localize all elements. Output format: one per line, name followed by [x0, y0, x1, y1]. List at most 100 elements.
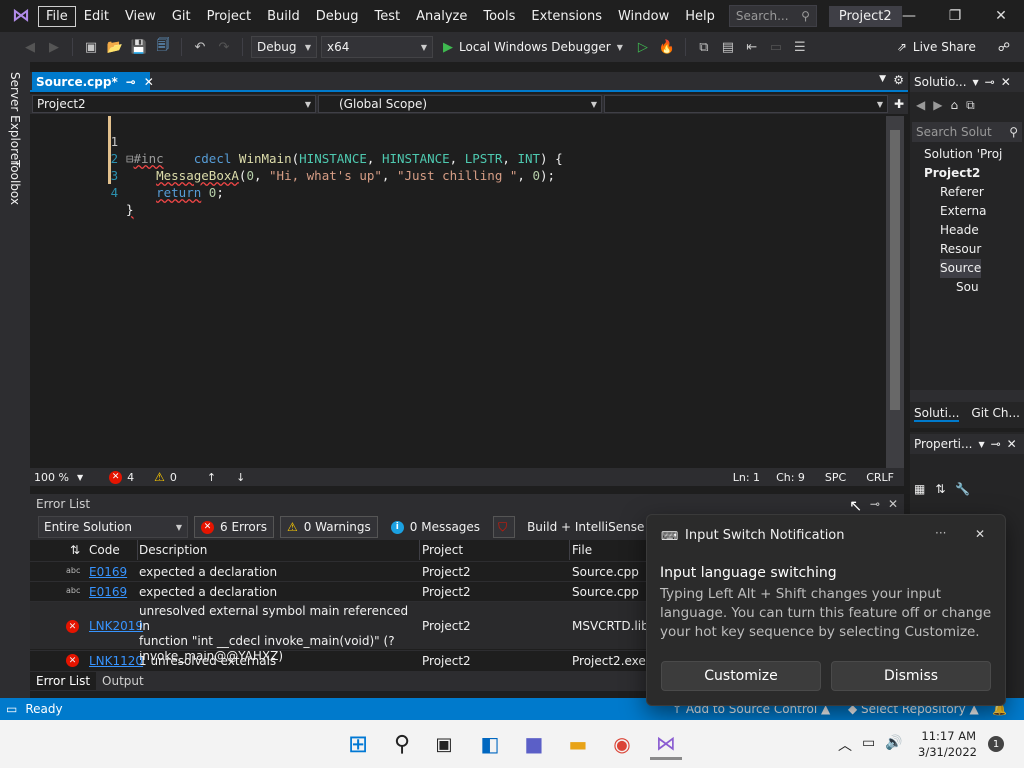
pin-icon[interactable]: ⊸	[985, 75, 995, 89]
close-icon[interactable]: ✕	[1007, 437, 1017, 451]
chevron-up-icon[interactable]: ︿	[838, 735, 852, 755]
back-icon[interactable]: ◀	[20, 37, 40, 57]
menu-window[interactable]: Window	[610, 6, 677, 27]
menu-build[interactable]: Build	[259, 6, 308, 27]
horizontal-scrollbar[interactable]	[910, 390, 1024, 402]
scrollbar-thumb[interactable]	[890, 130, 900, 410]
next-issue-icon[interactable]: ↓	[236, 471, 245, 484]
search-icon[interactable]: ⚲	[386, 728, 418, 760]
zoom-level[interactable]: 100 %	[34, 471, 69, 484]
back-icon[interactable]: ◀	[916, 98, 925, 113]
gear-icon[interactable]: ⚙	[893, 73, 904, 87]
platform-dropdown[interactable]: x64 ▼	[321, 36, 433, 58]
teams-chat-icon[interactable]: ■	[518, 728, 550, 760]
tree-item-resources[interactable]: Resour	[940, 240, 981, 259]
menu-project[interactable]: Project	[199, 6, 259, 27]
tab-error-list[interactable]: Error List	[30, 672, 97, 690]
tree-item-headers[interactable]: Heade	[940, 221, 979, 240]
tree-item-solution[interactable]: Solution 'Proj	[924, 145, 1002, 164]
chrome-icon[interactable]: ◉	[606, 728, 638, 760]
layout-icon[interactable]: ▤	[718, 37, 738, 57]
customize-button[interactable]: Customize	[661, 661, 821, 691]
switch-views-icon[interactable]: ⧉	[966, 98, 975, 113]
volume-icon[interactable]: 🔊	[885, 735, 902, 755]
dismiss-button[interactable]: Dismiss	[831, 661, 991, 691]
live-share-button[interactable]: ⇗ Live Share ☍	[897, 40, 1024, 54]
undo-icon[interactable]: ↶	[190, 37, 210, 57]
close-icon[interactable]: ✕	[888, 497, 898, 511]
task-view-icon[interactable]: ▣	[428, 728, 460, 760]
start-debugging-button[interactable]: ▶ Local Windows Debugger ▼	[437, 40, 629, 55]
more-options-icon[interactable]: ···	[935, 526, 946, 540]
save-icon[interactable]: 💾	[129, 37, 149, 57]
tree-item-source-cpp[interactable]: Sou	[956, 278, 979, 297]
maximize-button[interactable]: ❐	[932, 0, 978, 32]
uncomment-icon[interactable]: ☰	[790, 37, 810, 57]
comment-icon[interactable]: ▭	[766, 37, 786, 57]
error-code-link[interactable]: E0169	[89, 565, 127, 579]
error-code-link[interactable]: E0169	[89, 585, 127, 599]
pin-icon[interactable]: ⊸	[991, 437, 1001, 451]
global-scope-dropdown[interactable]: (Global Scope) ▼	[318, 95, 602, 113]
editor-vertical-scrollbar[interactable]	[886, 116, 904, 468]
errors-filter-button[interactable]: ✕ 6 Errors	[194, 516, 274, 538]
close-window-button[interactable]: ✕	[978, 0, 1024, 32]
menu-view[interactable]: View	[117, 6, 164, 27]
property-pages-icon[interactable]: 🔧	[955, 482, 970, 496]
search-input[interactable]: Search... ⚲	[728, 5, 817, 27]
line-ending-indicator[interactable]: CRLF	[866, 471, 894, 484]
chevron-down-icon[interactable]: ▼	[77, 473, 83, 482]
pin-icon[interactable]: ⊸	[126, 75, 136, 89]
chevron-down-icon[interactable]: ▼	[973, 78, 979, 87]
save-all-icon[interactable]: 🗐	[153, 37, 173, 57]
menu-test[interactable]: Test	[367, 6, 409, 27]
redo-icon[interactable]: ↷	[214, 37, 234, 57]
member-dropdown[interactable]: ▼	[604, 95, 888, 113]
close-icon[interactable]: ✕	[144, 75, 154, 89]
code-line[interactable]: 2 MessageBoxA(0, "Hi, what's up", "Just …	[30, 133, 555, 183]
tab-source-cpp[interactable]: Source.cpp* ⊸ ✕	[32, 72, 154, 92]
error-code-link[interactable]: LNK1120	[89, 654, 143, 668]
toolbox-tab[interactable]: Toolbox	[8, 160, 22, 205]
menu-edit[interactable]: Edit	[76, 6, 117, 27]
visual-studio-logo-icon[interactable]: ⋈	[10, 6, 32, 26]
notification-badge[interactable]: 1	[988, 736, 1004, 752]
close-icon[interactable]: ✕	[1001, 75, 1011, 89]
tab-solution-explorer[interactable]: Soluti...	[914, 406, 960, 422]
line-indicator[interactable]: Ln: 1	[733, 471, 760, 484]
code-line[interactable]: 3 return 0;	[30, 150, 224, 200]
solution-search-input[interactable]: Search Solut ⚲	[912, 122, 1022, 142]
table-row[interactable]: ✕ LNK1120 1 unresolved externals Project…	[30, 650, 680, 670]
menu-help[interactable]: Help	[677, 6, 723, 27]
column-header-project[interactable]: Project	[420, 540, 570, 560]
open-folder-icon[interactable]: 📂	[105, 37, 125, 57]
tree-item-source-files[interactable]: Source	[940, 259, 982, 278]
minimize-button[interactable]: —	[886, 0, 932, 32]
menu-git[interactable]: Git	[164, 6, 199, 27]
column-header-description[interactable]: Description	[138, 540, 420, 560]
widgets-icon[interactable]: ◧	[474, 728, 506, 760]
close-icon[interactable]: ✕	[975, 527, 985, 541]
categorized-icon[interactable]: ▦	[914, 482, 925, 496]
start-icon[interactable]: ⊞	[342, 728, 374, 760]
folder-icon[interactable]: ⧉	[694, 37, 714, 57]
tab-git-changes[interactable]: Git Ch...	[971, 406, 1020, 422]
previous-issue-icon[interactable]: ↑	[207, 471, 216, 484]
split-icon[interactable]: ✚	[894, 97, 904, 111]
filter-icon[interactable]: ⛉	[493, 516, 516, 538]
menu-file[interactable]: File	[38, 5, 76, 27]
clock[interactable]: 11:17 AM 3/31/2022	[918, 728, 977, 760]
project-scope-dropdown[interactable]: Project2 ▼	[32, 95, 316, 113]
error-code-link[interactable]: LNK2019	[89, 619, 143, 633]
tree-item-project[interactable]: Project2	[924, 164, 980, 183]
code-editor[interactable]: 1 ⊟#inc cdecl WinMain(HINSTANCE, HINSTAN…	[30, 116, 886, 468]
table-row[interactable]: abc E0169 expected a declaration Project…	[30, 561, 680, 581]
server-explorer-tab[interactable]: Server Explorer	[8, 72, 22, 165]
table-row[interactable]: abc E0169 expected a declaration Project…	[30, 581, 680, 601]
new-project-icon[interactable]: ▣	[81, 37, 101, 57]
breakpoint-icon[interactable]: ⇤	[742, 37, 762, 57]
tree-item-external[interactable]: Externa	[940, 202, 986, 221]
code-line[interactable]: 1 ⊟#inc cdecl WinMain(HINSTANCE, HINSTAN…	[30, 116, 563, 166]
menu-analyze[interactable]: Analyze	[408, 6, 475, 27]
tab-output[interactable]: Output	[96, 672, 150, 690]
